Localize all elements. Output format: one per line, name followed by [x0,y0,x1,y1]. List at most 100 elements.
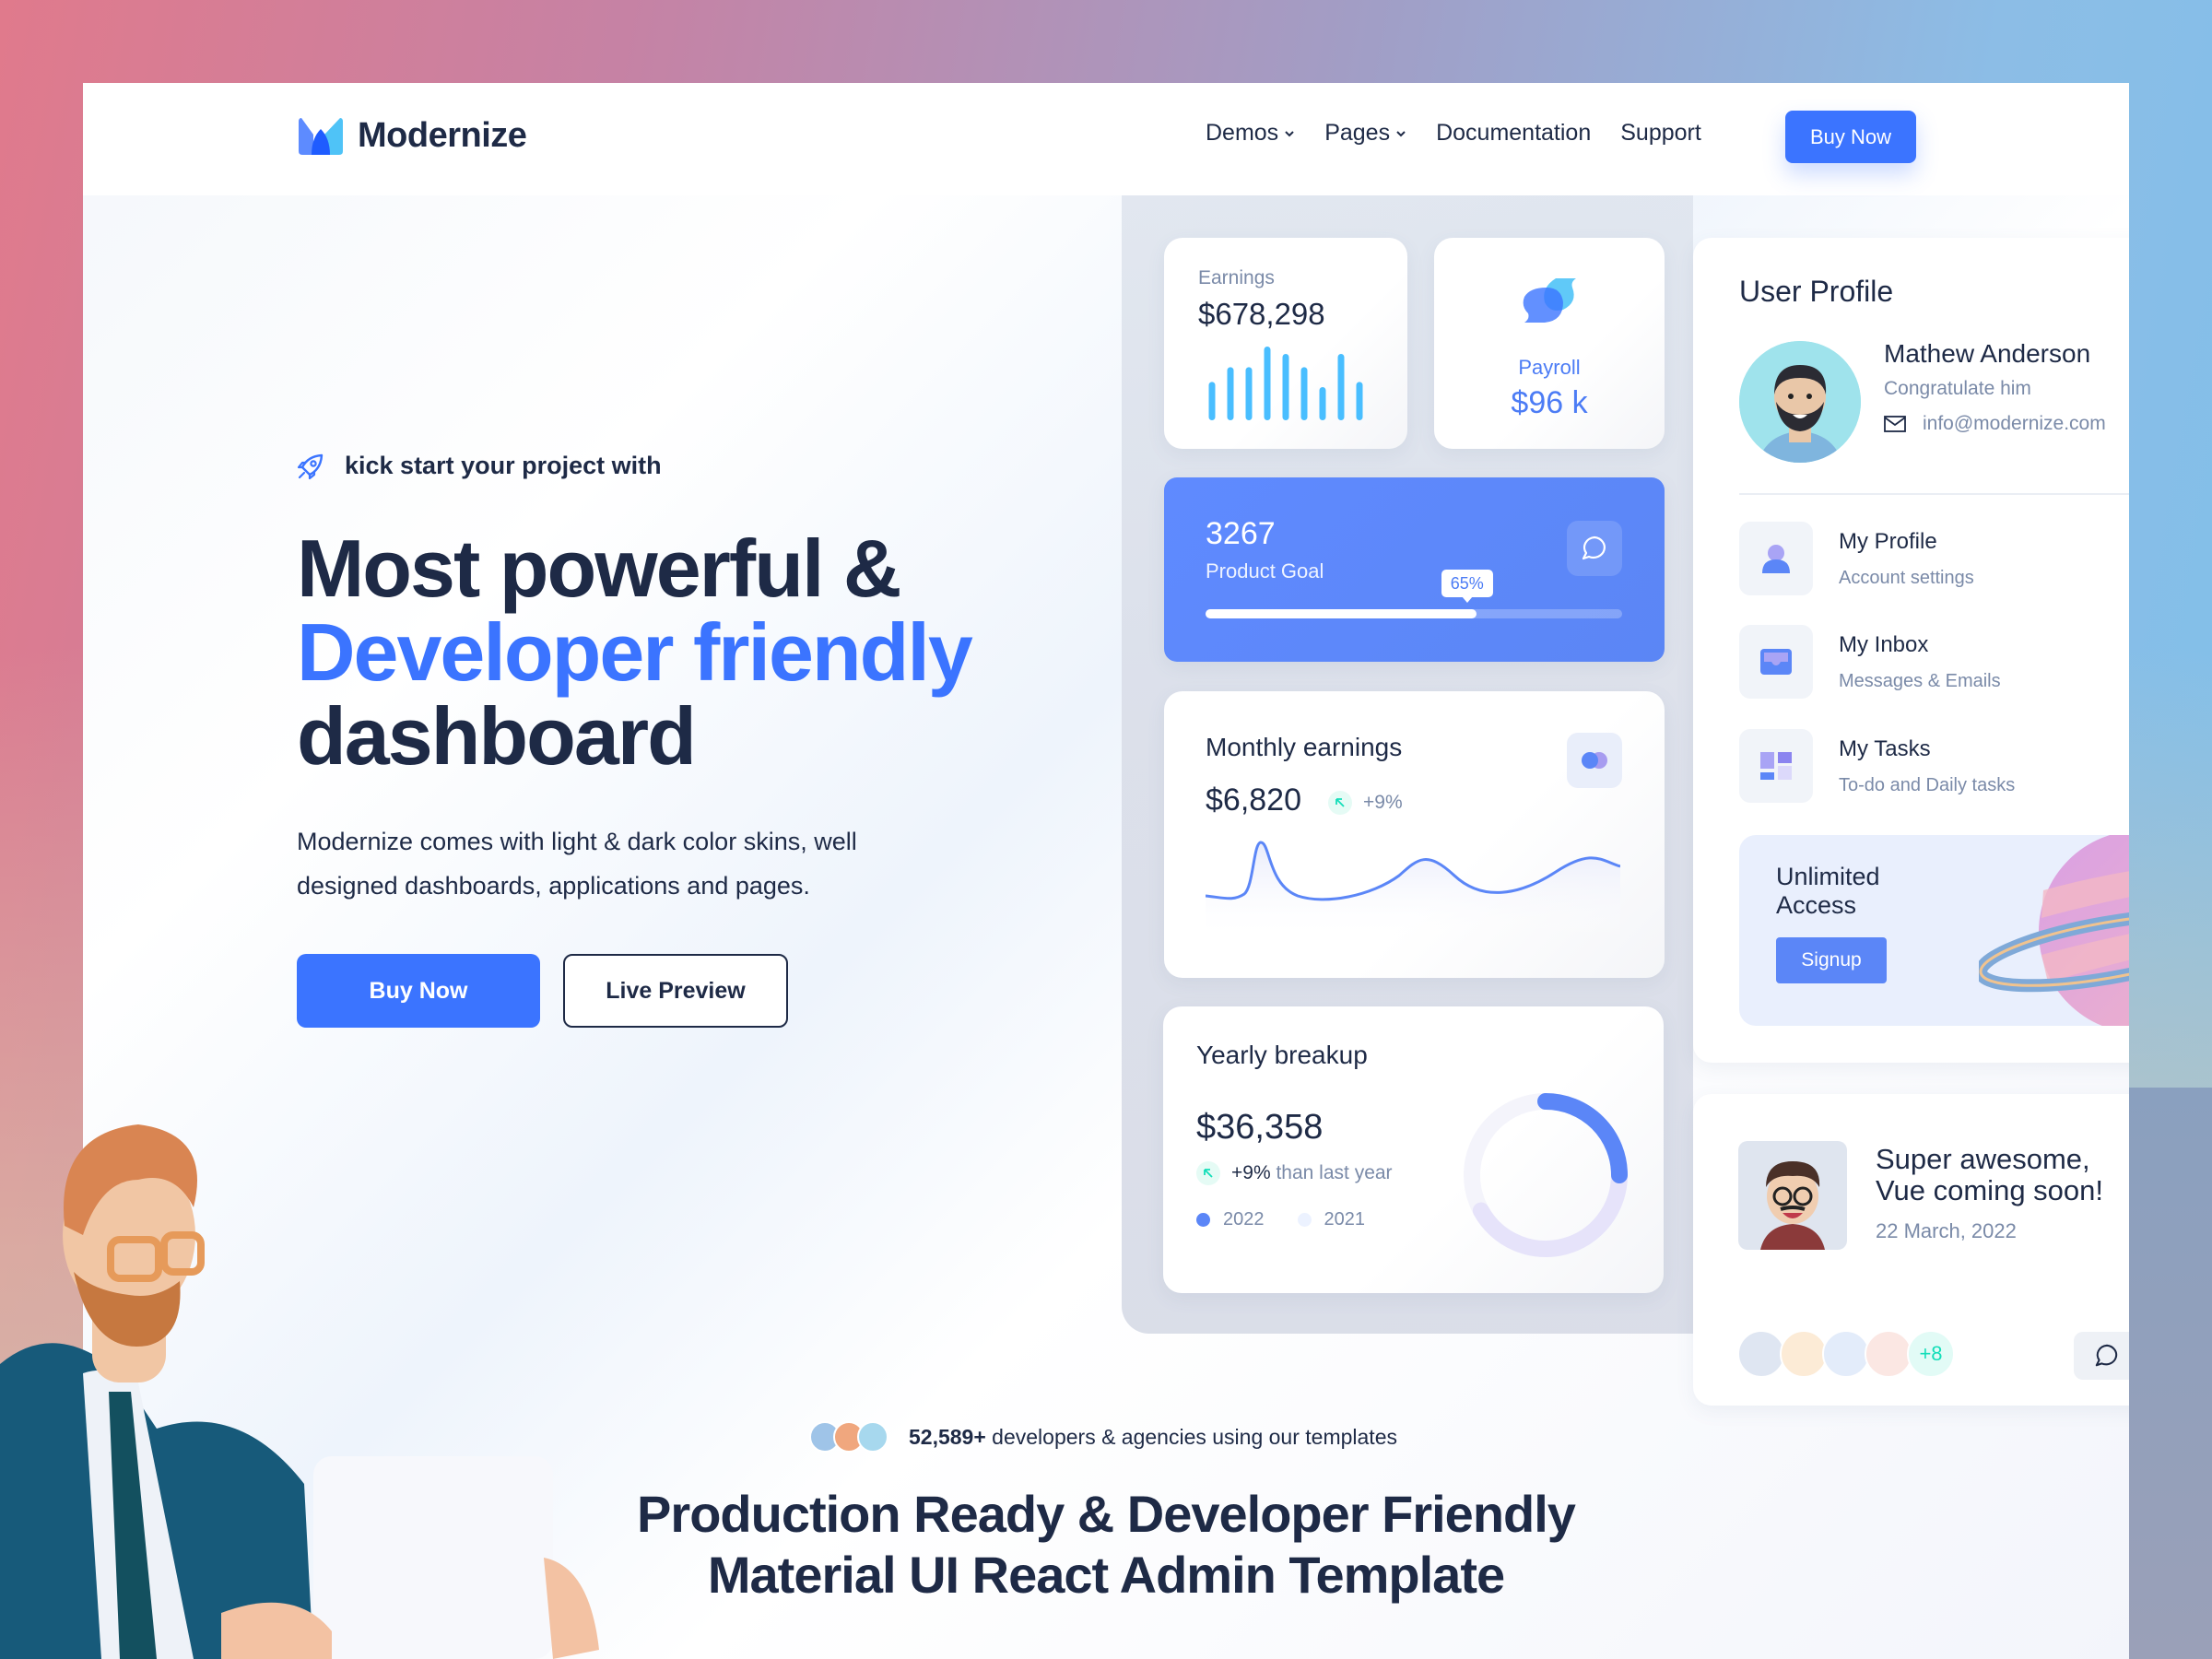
announcement-title-line-2: Vue coming soon! [1876,1174,2104,1206]
earnings-bar [1208,382,1216,420]
monthly-trend: +9% [1328,791,1403,815]
nav-support[interactable]: Support [1620,120,1701,147]
earnings-bar [1245,367,1253,420]
message-button[interactable] [1567,521,1622,576]
legend-2022: 2022 [1196,1209,1265,1230]
product-goal-card: 3267 Product Goal 65% [1164,477,1665,662]
yearly-donut-chart [1464,1093,1628,1257]
developer-mascot-illustration [0,1124,599,1659]
avatar-illustration [1739,341,1861,463]
avatar [1822,1330,1870,1378]
earnings-bar [1264,347,1271,420]
product-goal-value: 3267 [1206,516,1276,551]
yearly-trend-value: +9% [1231,1162,1271,1183]
comment-icon [2095,1344,2117,1367]
brand-name: Modernize [358,116,527,155]
announcement-title: Super awesome, Vue coming soon! [1876,1144,2103,1206]
user-profile-card: User Profile Mathew Anderson Congratulat… [1693,238,2129,1063]
profile-name: Mathew Anderson [1884,339,2091,368]
nav-pages-label: Pages [1324,120,1391,146]
brand-logo[interactable]: Modernize [297,116,527,156]
product-goal-label: Product Goal [1206,559,1324,582]
profile-subtitle: Congratulate him [1884,378,2031,399]
hero-actions: Buy Now Live Preview [297,954,1126,1028]
earnings-card: Earnings $678,298 [1164,238,1407,449]
monthly-earnings-line-chart [1206,841,1620,940]
earnings-bar [1356,382,1363,420]
developer-count: 52,589+ [909,1424,986,1449]
author-avatar[interactable] [1738,1141,1847,1250]
legend-label: 2022 [1223,1209,1265,1230]
earnings-bar [1319,387,1326,420]
progress-tooltip: 65% [1441,570,1493,603]
buy-now-button[interactable]: Buy Now [297,954,540,1028]
earnings-bar-chart [1208,347,1363,420]
nav-documentation-label: Documentation [1436,120,1592,146]
more-avatars-count: +8 [1907,1330,1955,1378]
hero-title-line-1: Most powerful & [297,523,901,614]
planet-illustration [1979,835,2129,1026]
comments-button[interactable]: 24 [2074,1332,2129,1380]
monthly-earnings-title: Monthly earnings [1206,733,1403,761]
monthly-trend-value: +9% [1363,792,1403,813]
background-edge [2129,1088,2212,1659]
hero-section: kick start your project with Most powerf… [297,452,1126,1028]
signup-button[interactable]: Signup [1776,937,1887,983]
live-preview-button[interactable]: Live Preview [563,954,788,1028]
menu-item-title: My Profile [1839,528,1937,554]
nav-support-label: Support [1620,120,1701,146]
avatar-illustration [1760,1161,1825,1250]
earnings-value: $678,298 [1198,297,1325,331]
unlimited-access-banner: Unlimited Access Signup [1739,835,2129,1026]
inbox-icon [1739,625,1813,699]
earnings-bar [1282,354,1289,420]
yearly-breakup-title: Yearly breakup [1196,1041,1368,1069]
profile-card-title: User Profile [1739,275,1894,308]
message-icon [1582,535,1606,560]
menu-item-my-tasks[interactable]: My Tasks To-do and Daily tasks [1739,729,2015,803]
nav-documentation[interactable]: Documentation [1436,120,1591,147]
legend-dot [1297,1213,1312,1227]
menu-item-my-profile[interactable]: My Profile Account settings [1739,522,1974,595]
user-icon [1739,522,1813,595]
navbar: Modernize Demos Pages Documentation Supp… [83,83,2129,195]
developer-count-text: developers & agencies using our template… [992,1424,1397,1449]
arrow-up-left-icon [1196,1161,1220,1185]
toggle-circles-icon [1582,752,1607,769]
menu-item-subtitle: To-do and Daily tasks [1839,774,2016,795]
progress-fill [1206,609,1477,618]
payroll-label: Payroll [1518,356,1581,379]
menu-item-title: My Inbox [1839,631,1929,657]
hero-description: Modernize comes with light & dark color … [297,828,857,900]
promo-title-line-2: Access [1776,891,1857,919]
user-avatar[interactable] [1739,341,1861,463]
avatar [1865,1330,1912,1378]
hero-title-line-2: Developer friendly [297,606,973,698]
avatar [857,1421,888,1453]
yearly-trend: +9% than last year [1196,1161,1393,1185]
hero-eyebrow-text: kick start your project with [345,452,662,479]
yearly-breakup-card: Yearly breakup $36,358 +9% than last yea… [1163,1006,1664,1293]
monthly-earnings-card: Monthly earnings $6,820 +9% [1164,691,1665,978]
avatar-stack[interactable]: +8 [1737,1330,1955,1378]
menu-item-my-inbox[interactable]: My Inbox Messages & Emails [1739,625,2001,699]
yearly-breakup-value: $36,358 [1196,1108,1324,1147]
hero-title: Most powerful & Developer friendly dashb… [297,526,1126,778]
nav-buy-now-button[interactable]: Buy Now [1785,111,1916,163]
mail-icon [1884,416,1906,432]
hero-title-line-3: dashboard [297,690,697,782]
chevron-down-icon [1396,130,1406,136]
donut-segment-2022 [1537,1093,1628,1183]
nav-pages[interactable]: Pages [1324,120,1406,147]
profile-email[interactable]: info@modernize.com [1884,413,2106,435]
profile-divider [1739,493,2129,495]
developer-avatars [809,1421,888,1453]
hero-eyebrow: kick start your project with [297,452,1126,480]
earnings-label: Earnings [1198,267,1275,288]
chart-toggle-button[interactable] [1567,733,1622,788]
tasks-icon [1739,729,1813,803]
legend-label: 2021 [1324,1209,1366,1230]
nav-demos[interactable]: Demos [1206,120,1295,147]
promo-title-line-1: Unlimited [1776,863,1880,890]
payroll-card: Payroll $96 k [1434,238,1665,449]
